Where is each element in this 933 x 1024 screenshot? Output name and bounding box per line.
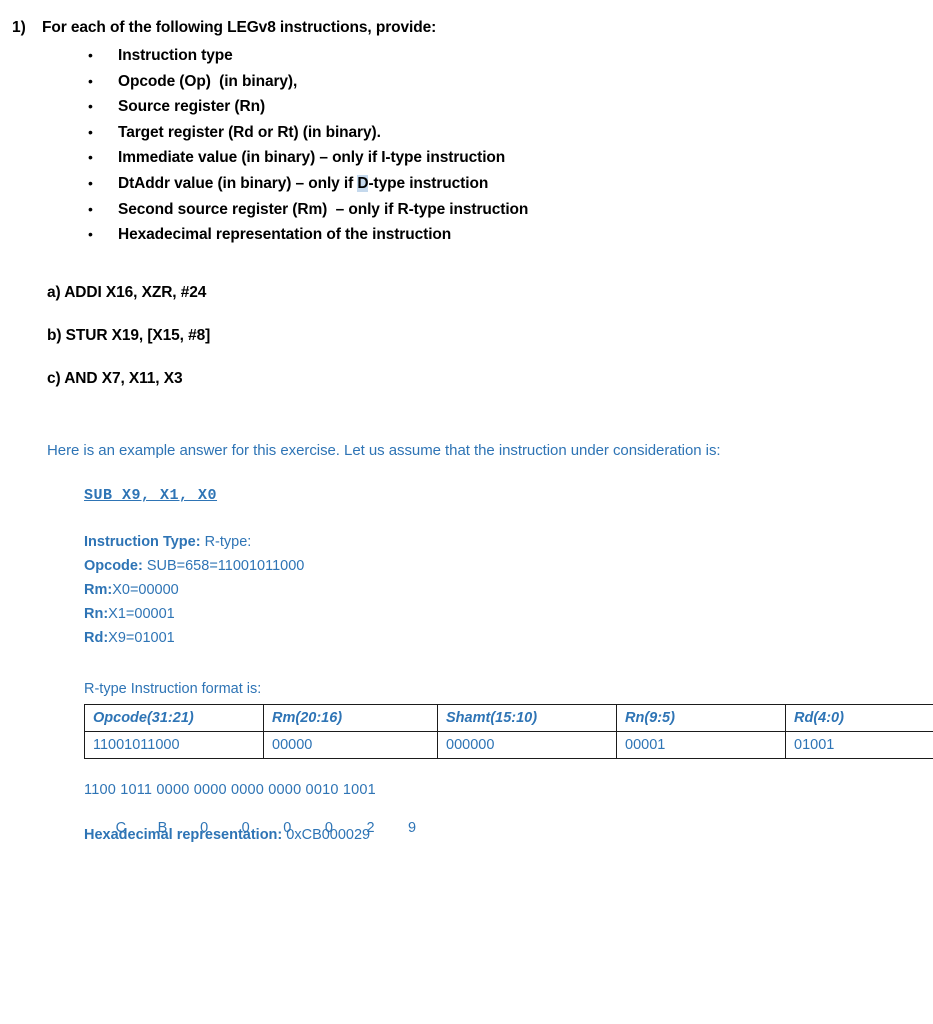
list-item-label: Source register (Rn): [118, 98, 266, 116]
hex-digit: 9: [408, 820, 417, 836]
bullet-dot-icon: •: [88, 149, 93, 166]
list-item-label-post: -type instruction: [368, 174, 489, 192]
table-cell-rn-value: 00001: [616, 731, 786, 759]
list-item-label: Immediate value (in binary) – only if I-…: [118, 149, 506, 167]
table-row-header: Opcode(31:21) Rm(20:16) Shamt(15:10) Rn(…: [84, 704, 933, 732]
table-cell-shamt-value: 000000: [437, 731, 617, 759]
detail-row-rm: Rm:X0=00000: [84, 578, 304, 602]
list-item: • Instruction type: [88, 47, 868, 73]
list-item: • DtAddr value (in binary) – only if D-t…: [88, 174, 868, 201]
example-intro-text: Here is an example answer for this exerc…: [47, 442, 721, 459]
table-header-rn: Rn(9:5): [616, 704, 786, 732]
table-header-rd: Rd(4:0): [785, 704, 933, 732]
table-header-rm: Rm(20:16): [263, 704, 438, 732]
list-item-label: Hexadecimal representation of the instru…: [118, 226, 452, 244]
bullet-dot-icon: •: [88, 226, 93, 243]
table-row: 11001011000 00000 000000 00001 01001: [84, 731, 933, 759]
question-number: 1): [12, 19, 26, 36]
detail-label: Rm:: [84, 582, 113, 598]
bullet-dot-icon: •: [88, 200, 93, 217]
list-item-label: Second source register (Rm) – only if R-…: [118, 200, 529, 218]
instruction-item-c: c) AND X7, X11, X3: [47, 370, 183, 387]
table-cell-rd-value: 01001: [785, 731, 933, 759]
document-page: 1) For each of the following LEGv8 instr…: [0, 0, 933, 1024]
detail-value: SUB=658=11001011000: [142, 558, 305, 574]
detail-row-opcode: Opcode: SUB=658=11001011000: [84, 554, 304, 578]
detail-value: X9=01001: [108, 630, 175, 646]
table-cell-rm-value: 00000: [263, 731, 438, 759]
list-item-label-pre: DtAddr value (in binary) – only if: [118, 174, 358, 192]
detail-value: R-type:: [200, 534, 252, 550]
list-item: • Opcode (Op) (in binary),: [88, 73, 868, 99]
r-type-format-table: Opcode(31:21) Rm(20:16) Shamt(15:10) Rn(…: [84, 704, 933, 759]
table-cell-opcode-value: 11001011000: [84, 731, 264, 759]
hex-representation-label: Hexadecimal representation:: [84, 827, 283, 843]
bullet-dot-icon: •: [88, 174, 93, 191]
table-header-opcode: Opcode(31:21): [84, 704, 264, 732]
detail-label: Rn:: [84, 606, 109, 622]
hexadecimal-representation-line: Hexadecimal representation: 0xCB000029: [84, 827, 370, 843]
bullet-dot-icon: •: [88, 123, 93, 140]
detail-label: Opcode:: [84, 558, 143, 574]
bullet-dot-icon: •: [88, 98, 93, 115]
list-item: • Source register (Rn): [88, 98, 868, 124]
hex-representation-value: 0xCB000029: [282, 827, 371, 843]
requirement-bullet-list: • Instruction type • Opcode (Op) (in bin…: [88, 47, 868, 252]
question-prompt: For each of the following LEGv8 instruct…: [42, 19, 437, 36]
question-row: 1) For each of the following LEGv8 instr…: [0, 19, 900, 37]
list-item: • Immediate value (in binary) – only if …: [88, 149, 868, 175]
detail-row-rd: Rd:X9=01001: [84, 626, 304, 650]
detail-label: Rd:: [84, 630, 109, 646]
table-header-shamt: Shamt(15:10): [437, 704, 617, 732]
bullet-dot-icon: •: [88, 72, 93, 89]
instruction-item-b: b) STUR X19, [X15, #8]: [47, 327, 211, 344]
highlighted-letter: D: [357, 174, 369, 192]
format-table-caption: R-type Instruction format is:: [84, 681, 262, 697]
list-item-label: DtAddr value (in binary) – only if D-typ…: [118, 174, 489, 193]
instruction-item-a: a) ADDI X16, XZR, #24: [47, 284, 207, 301]
detail-row-instruction-type: Instruction Type: R-type:: [84, 530, 304, 554]
list-item: • Second source register (Rm) – only if …: [88, 201, 868, 227]
detail-value: X0=00000: [112, 582, 179, 598]
bullet-dot-icon: •: [88, 47, 93, 63]
binary-representation-line: 1100 1011 0000 0000 0000 0000 0010 1001: [84, 782, 376, 798]
detail-value: X1=00001: [108, 606, 175, 622]
list-item-label: Opcode (Op) (in binary),: [118, 72, 298, 90]
list-item-label: Instruction type: [118, 47, 233, 64]
detail-label: Instruction Type:: [84, 534, 201, 550]
detail-row-rn: Rn:X1=00001: [84, 602, 304, 626]
list-item: • Target register (Rd or Rt) (in binary)…: [88, 124, 868, 150]
example-detail-list: Instruction Type: R-type: Opcode: SUB=65…: [84, 530, 304, 650]
list-item-label: Target register (Rd or Rt) (in binary).: [118, 123, 381, 141]
question-heading: 1) For each of the following LEGv8 instr…: [0, 19, 900, 37]
list-item: • Hexadecimal representation of the inst…: [88, 226, 868, 252]
example-instruction-code: SUB X9, X1, X0: [84, 487, 218, 504]
